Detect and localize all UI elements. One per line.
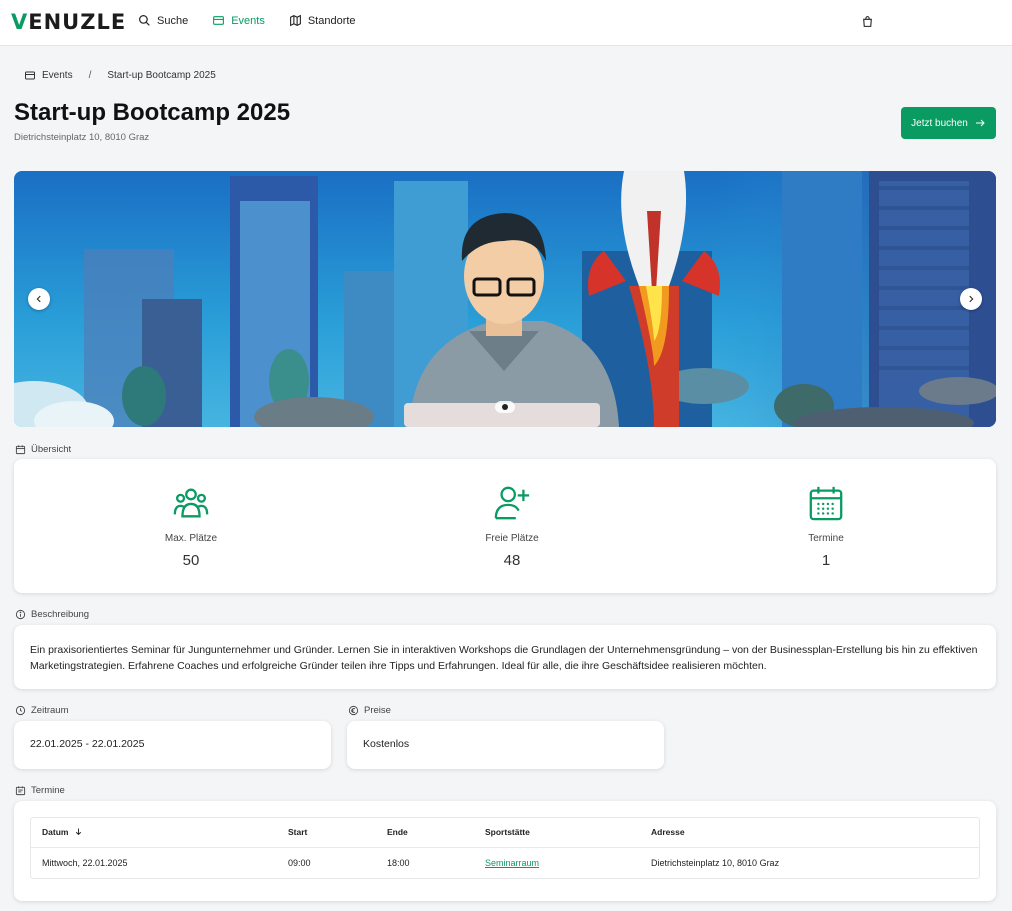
section-label-text: Preise xyxy=(364,705,391,716)
period-card: 22.01.2025 - 22.01.2025 xyxy=(14,721,331,769)
nav-label: Suche xyxy=(157,14,189,27)
logo[interactable]: VENUZLE xyxy=(11,9,126,35)
column-header-label: Datum xyxy=(42,827,69,837)
section-label-schedule: Termine xyxy=(15,785,65,796)
schedule-table: Datum Start Ende Sportstätte Adresse Mit… xyxy=(30,817,980,879)
venue-link[interactable]: Seminarraum xyxy=(485,848,539,878)
nav-label: Events xyxy=(231,14,265,27)
stat-label: Max. Plätze xyxy=(164,533,218,544)
arrow-right-icon xyxy=(975,119,985,127)
breadcrumb-current: Start-up Bootcamp 2025 xyxy=(107,69,216,81)
section-label-text: Termine xyxy=(31,785,65,796)
ticket-icon xyxy=(25,71,35,80)
logo-text: VENUZLE xyxy=(11,10,126,34)
description-text: Ein praxisorientiertes Seminar für Jungu… xyxy=(30,644,978,672)
hero-image xyxy=(14,171,996,427)
carousel-prev-button[interactable] xyxy=(28,288,50,310)
image-carousel xyxy=(14,171,996,427)
column-header-end: Ende xyxy=(387,827,408,837)
euro-icon xyxy=(348,705,359,716)
cell-end: 18:00 xyxy=(387,858,410,868)
chevron-right-icon xyxy=(969,295,974,303)
section-label-overview: Übersicht xyxy=(15,444,71,455)
calendar-small-icon xyxy=(15,445,26,455)
breadcrumb-separator: / xyxy=(88,69,92,81)
event-address: Dietrichsteinplatz 10, 8010 Graz xyxy=(14,132,150,143)
info-icon xyxy=(15,609,26,620)
nav-label: Standorte xyxy=(307,14,356,27)
stat-label: Termine xyxy=(808,533,844,544)
carousel-dot[interactable] xyxy=(502,404,508,410)
nav-item-events[interactable]: Events xyxy=(212,14,265,27)
stat-value: 48 xyxy=(503,552,521,569)
carousel-next-button[interactable] xyxy=(960,288,982,310)
schedule-card: Datum Start Ende Sportstätte Adresse Mit… xyxy=(14,801,996,901)
chevron-left-icon xyxy=(36,295,41,303)
period-value: 22.01.2025 - 22.01.2025 xyxy=(30,738,145,750)
sort-down-icon xyxy=(75,828,81,836)
stat-max-places: Max. Plätze 50 xyxy=(91,459,291,569)
section-label-prices: Preise xyxy=(348,705,391,716)
cell-address: Dietrichsteinplatz 10, 8010 Graz xyxy=(651,858,780,868)
section-label-text: Zeitraum xyxy=(31,705,69,716)
stat-value: 1 xyxy=(821,552,831,569)
book-now-label: Jetzt buchen xyxy=(911,117,968,129)
stat-label: Freie Plätze xyxy=(485,533,539,544)
section-label-text: Beschreibung xyxy=(31,609,90,620)
clock-icon xyxy=(15,705,26,716)
user-plus-icon xyxy=(494,486,530,520)
cell-start: 09:00 xyxy=(288,858,311,868)
search-icon xyxy=(139,15,150,26)
prices-card: Kostenlos xyxy=(347,721,664,769)
shopping-bag-icon[interactable] xyxy=(861,15,874,28)
page-title: Start-up Bootcamp 2025 xyxy=(14,99,291,126)
section-label-description: Beschreibung xyxy=(15,609,89,620)
description-card: Ein praxisorientiertes Seminar für Jungu… xyxy=(14,625,996,689)
table-header-row: Datum Start Ende Sportstätte Adresse xyxy=(31,818,979,848)
main-nav: Suche Events Standorte xyxy=(138,14,356,27)
column-header-venue: Sportstätte xyxy=(485,827,530,837)
column-header-start: Start xyxy=(288,827,308,837)
calendar-icon xyxy=(809,486,843,521)
cell-date: Mittwoch, 22.01.2025 xyxy=(42,858,128,868)
column-header-address: Adresse xyxy=(651,827,685,837)
users-group-icon xyxy=(173,488,209,518)
nav-item-suche[interactable]: Suche xyxy=(138,14,188,27)
prices-value: Kostenlos xyxy=(363,738,410,750)
logo-accent-letter: V xyxy=(11,10,29,34)
table-row: Mittwoch, 22.01.2025 09:00 18:00 Seminar… xyxy=(31,848,979,878)
stat-dates: Termine 1 xyxy=(726,459,926,569)
section-label-text: Übersicht xyxy=(31,444,72,455)
nav-item-standorte[interactable]: Standorte xyxy=(289,14,356,27)
section-label-period: Zeitraum xyxy=(15,705,68,716)
stat-value: 50 xyxy=(182,552,200,569)
breadcrumb-link-events[interactable]: Events xyxy=(42,70,73,81)
ticket-icon xyxy=(213,16,225,25)
overview-card: Max. Plätze 50 Freie Plätze 48 Termine 1 xyxy=(14,459,996,593)
logo-rest: ENUZLE xyxy=(28,10,127,34)
column-header-date[interactable]: Datum xyxy=(42,818,83,848)
top-navbar: VENUZLE Suche Events Standorte xyxy=(0,0,1012,46)
breadcrumb: Events / Start-up Bootcamp 2025 xyxy=(24,69,216,81)
calendar-list-icon xyxy=(15,786,26,796)
map-icon xyxy=(289,14,301,27)
carousel-indicator xyxy=(495,401,515,413)
book-now-button[interactable]: Jetzt buchen xyxy=(901,107,996,139)
stat-free-places: Freie Plätze 48 xyxy=(412,459,612,569)
